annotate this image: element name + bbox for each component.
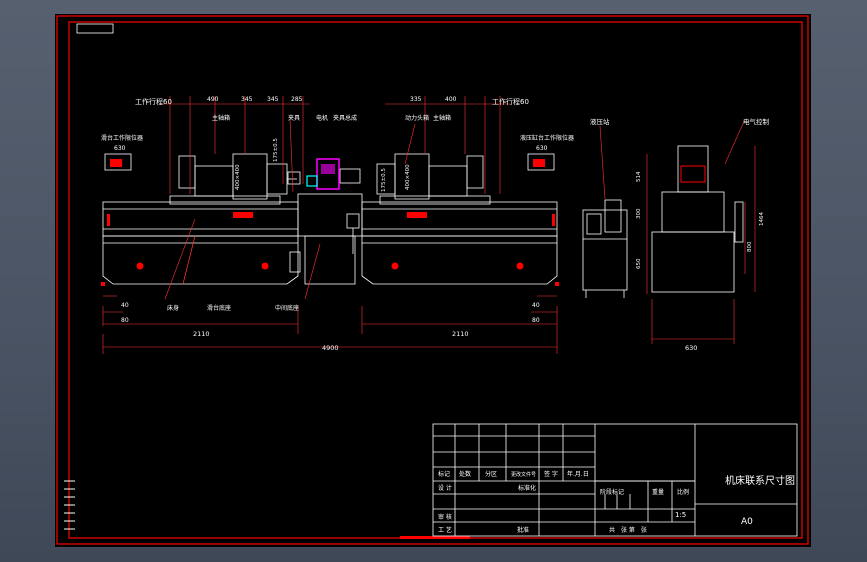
dim-40-right: 40 <box>532 302 540 309</box>
spindle-hole-left: 175±0.5 <box>273 138 279 162</box>
tool-highlight <box>306 175 318 187</box>
electric-cabinet <box>651 145 744 293</box>
spindle-dim-left: 400×400 <box>235 164 241 190</box>
dim-top-left-1: 490 <box>207 96 219 103</box>
dim-80-left: 80 <box>121 317 129 324</box>
cad-drawing: 工作行程60 工作行程60 主轴箱 主轴箱 动力头箱 夹具 电机 夹具总成 滑台… <box>56 15 809 545</box>
clamp-right-label: 液压缸台工作限位器 <box>520 134 574 142</box>
tb-date: 年.月.日 <box>567 470 589 478</box>
tool-label: 夹具总成 <box>333 114 357 122</box>
clamp-detail-left <box>104 153 132 171</box>
drawing-canvas: 工作行程60 工作行程60 主轴箱 主轴箱 动力头箱 夹具 电机 夹具总成 滑台… <box>55 14 811 547</box>
dim-cab-h2: 300 <box>636 208 642 219</box>
tb-change: 更改文件号 <box>511 471 536 478</box>
clamp-left-label: 滑台工作限位器 <box>101 134 143 142</box>
dim-80-right: 80 <box>532 317 540 324</box>
drawing-number-box <box>76 23 114 34</box>
dim-top-left-2: 345 <box>241 96 253 103</box>
tb-sheets: 共 张 第 张 <box>609 526 647 534</box>
bed-label: 床身 <box>167 304 179 312</box>
feed-right-label: 工作行程60 <box>492 97 529 106</box>
feed-val-left: 630 <box>114 145 126 152</box>
dim-cab-h1: 514 <box>636 171 642 182</box>
dim-top-right-2: 400 <box>445 96 457 103</box>
dim-cab-h4: 1464 <box>759 212 765 226</box>
spindle-box-right-label: 主轴箱 <box>433 114 451 122</box>
machine-left <box>102 153 299 285</box>
spindle-box-right2-label: 动力头箱 <box>405 114 429 122</box>
fixture-label: 夹具 <box>288 114 300 122</box>
left-markers <box>101 212 269 286</box>
spindle-box-left-label: 主轴箱 <box>212 114 230 122</box>
electric-cabinet-label: 电气控制 <box>743 117 770 126</box>
tb-standard: 标准化 <box>518 484 536 492</box>
right-markers <box>391 212 559 286</box>
drawing-title: 机床联系尺寸图 <box>725 474 795 487</box>
dim-cab-width: 630 <box>685 344 697 352</box>
dim-span-right: 2110 <box>452 330 469 338</box>
fixture-fill <box>321 164 335 174</box>
dim-cab-h5: 800 <box>747 241 753 252</box>
feed-val-right: 630 <box>536 145 548 152</box>
middle-base-label: 中间底座 <box>275 304 299 312</box>
middle-unit <box>287 168 363 285</box>
tb-design: 设 计 <box>438 484 452 492</box>
clamp-detail-right <box>527 153 555 171</box>
feed-left-label: 工作行程60 <box>135 97 172 106</box>
dim-40-left: 40 <box>121 302 129 309</box>
tb-weight: 重量 <box>652 488 664 496</box>
tb-zone: 分区 <box>485 470 497 478</box>
dim-total: 4900 <box>322 344 339 352</box>
dimension-lines <box>102 96 756 354</box>
tb-approve: 批准 <box>517 526 529 534</box>
tb-count: 处数 <box>459 470 471 478</box>
dim-cab-h3: 650 <box>636 258 642 269</box>
tb-process: 工 艺 <box>438 526 452 534</box>
machine-right <box>361 153 558 285</box>
cabinet-panel <box>680 165 706 183</box>
dim-top-right-1: 335 <box>410 96 422 103</box>
slide-base-label: 滑台底座 <box>207 304 231 312</box>
tb-sign: 签 字 <box>544 470 558 478</box>
dim-top-left-4: 285 <box>291 96 303 103</box>
spindle-hole-right: 175±0.5 <box>381 168 387 192</box>
sheet-size: A0 <box>741 517 753 527</box>
tb-scale: 1:5 <box>675 511 686 519</box>
hydraulic-station <box>582 199 628 298</box>
scale-ruler <box>400 536 470 539</box>
title-block-text: 标记 处数 分区 更改文件号 签 字 年.月.日 设 计 标准化 阶段标记 重量… <box>438 470 795 534</box>
tb-mark: 标记 <box>438 470 450 478</box>
inner-frame <box>68 21 803 539</box>
tb-stage: 阶段标记 <box>600 488 624 496</box>
motor-label: 电机 <box>316 114 328 122</box>
tb-ratio: 比例 <box>677 488 689 496</box>
dim-span-left: 2110 <box>193 330 210 338</box>
dim-top-left-3: 345 <box>267 96 279 103</box>
tb-review: 审 核 <box>438 513 452 521</box>
hydraulic-station-label: 液压站 <box>590 117 610 126</box>
spindle-dim-right: 400×400 <box>405 164 411 190</box>
